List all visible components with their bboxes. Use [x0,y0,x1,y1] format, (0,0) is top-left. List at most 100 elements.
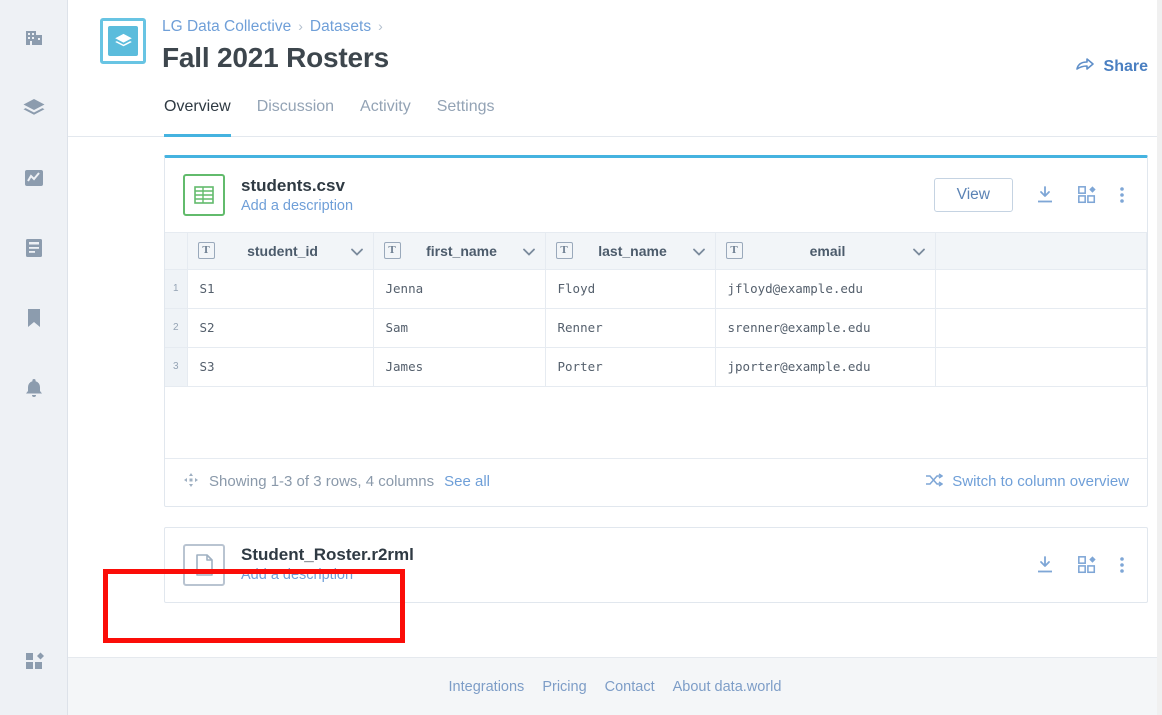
data-table-wrapper: T student_id T first_name T last_name T … [165,232,1147,459]
file-list: students.csv Add a description View T st… [68,137,1162,603]
footer-link-pricing[interactable]: Pricing [542,679,586,695]
table-row[interactable]: 3 S3 James Porter jporter@example.edu [165,347,1147,387]
tab-settings[interactable]: Settings [437,97,495,136]
file-card-header: Student_Roster.r2rml Add a description [165,528,1147,602]
file-name: Student_Roster.r2rml [241,545,414,564]
cell-last-name: Porter [545,347,716,387]
cell-first-name: James [373,347,546,387]
switch-column-overview-button[interactable]: Switch to column overview [925,472,1129,491]
document-icon [24,237,44,259]
table-empty-space [165,386,1147,459]
bookmark-icon [25,307,43,329]
row-number: 3 [165,347,188,387]
breadcrumb-separator-2: › [378,18,383,34]
share-arrow-icon [1075,56,1095,77]
footer-link-contact[interactable]: Contact [605,679,655,695]
table-header-spacer [935,233,1147,270]
download-icon[interactable] [1035,555,1055,575]
table-footer: Showing 1-3 of 3 rows, 4 columns See all… [165,459,1147,506]
footer-link-about[interactable]: About data.world [673,679,782,695]
cell-email: jfloyd@example.edu [715,269,936,309]
file-name: students.csv [241,175,345,195]
sidebar-item-insights[interactable] [14,158,54,198]
file-card-actions: View [933,178,1129,212]
page-footer: Integrations Pricing Contact About data.… [68,657,1162,715]
row-count-text: Showing 1-3 of 3 rows, 4 columns [209,473,435,490]
sidebar-item-integrations[interactable] [0,650,68,677]
breadcrumb: LG Data Collective › Datasets › [162,14,390,37]
table-row[interactable]: 1 S1 Jenna Floyd jfloyd@example.edu [165,269,1147,309]
tab-activity[interactable]: Activity [360,97,411,136]
file-card-student-roster-r2rml: Student_Roster.r2rml Add a description [164,526,1148,603]
column-header-first-name[interactable]: T first_name [373,233,546,270]
breadcrumb-item-org[interactable]: LG Data Collective [162,18,291,35]
cell-email: srenner@example.edu [715,308,936,348]
apps-grid-icon[interactable] [1077,185,1097,205]
cell-first-name: Jenna [373,269,546,309]
sidebar-item-notifications[interactable] [14,368,54,408]
row-number: 1 [165,269,188,309]
chart-icon [23,167,45,189]
csv-table-icon [183,174,225,216]
column-header-email[interactable]: T email [715,233,936,270]
sidebar-item-projects[interactable] [14,228,54,268]
column-header-last-name[interactable]: T last_name [545,233,716,270]
table-row[interactable]: 2 S2 Sam Renner srenner@example.edu [165,308,1147,348]
shuffle-icon [925,472,944,491]
text-type-icon: T [197,242,215,260]
file-card-students-csv: students.csv Add a description View T st… [164,155,1148,507]
share-label: Share [1103,57,1148,75]
table-header-row: T student_id T first_name T last_name T … [165,233,1147,270]
file-description-link[interactable]: Add a description [241,566,1035,585]
column-label: last_name [598,242,667,259]
resize-arrows-icon[interactable] [183,472,199,492]
file-document-icon [183,543,225,586]
tab-overview[interactable]: Overview [164,97,231,137]
tab-discussion[interactable]: Discussion [257,97,334,136]
column-label: first_name [426,242,497,259]
row-spacer [935,308,1147,348]
chevron-down-icon[interactable] [350,243,363,259]
kebab-menu-icon[interactable] [1119,555,1125,575]
cell-first-name: Sam [373,308,546,348]
switch-label: Switch to column overview [952,473,1129,490]
sidebar-item-bookmarks[interactable] [14,298,54,338]
view-button[interactable]: View [933,178,1013,212]
page-header: LG Data Collective › Datasets › Fall 2021 R… [68,0,1162,75]
file-description-link[interactable]: Add a description [241,197,934,216]
tab-bar: Overview Discussion Activity Settings [68,97,1162,137]
cell-student-id: S1 [187,269,374,309]
column-header-student-id[interactable]: T student_id [187,233,374,270]
layers-icon [22,97,46,119]
kebab-menu-icon[interactable] [1119,185,1125,205]
row-spacer [935,269,1147,309]
cell-student-id: S3 [187,347,374,387]
breadcrumb-item-datasets[interactable]: Datasets [310,18,371,35]
footer-link-integrations[interactable]: Integrations [449,679,525,695]
apps-grid-icon[interactable] [1077,555,1097,575]
download-icon[interactable] [1035,185,1055,205]
cell-email: jporter@example.edu [715,347,936,387]
app-root: LG Data Collective › Datasets › Fall 2021 R… [0,0,1162,715]
sidebar-nav [14,0,54,438]
vertical-scrollbar[interactable] [1157,0,1162,715]
main-content: LG Data Collective › Datasets › Fall 2021 R… [68,0,1162,715]
see-all-link[interactable]: See all [444,473,490,490]
column-label: student_id [247,242,318,259]
sidebar-item-organization[interactable] [14,18,54,58]
sidebar-item-datasets[interactable] [14,88,54,128]
chevron-down-icon[interactable] [912,243,925,259]
chevron-down-icon[interactable] [692,243,705,259]
breadcrumb-separator-1: › [298,18,303,34]
left-sidebar [0,0,68,715]
text-type-icon: T [555,242,573,260]
file-card-header: students.csv Add a description View [165,158,1147,232]
text-type-icon: T [383,242,401,260]
chevron-down-icon[interactable] [522,243,535,259]
cell-student-id: S2 [187,308,374,348]
column-label: email [809,242,846,259]
table-status: Showing 1-3 of 3 rows, 4 columns See all [183,472,490,492]
share-button[interactable]: Share [1075,56,1148,77]
cell-last-name: Floyd [545,269,716,309]
cell-last-name: Renner [545,308,716,348]
